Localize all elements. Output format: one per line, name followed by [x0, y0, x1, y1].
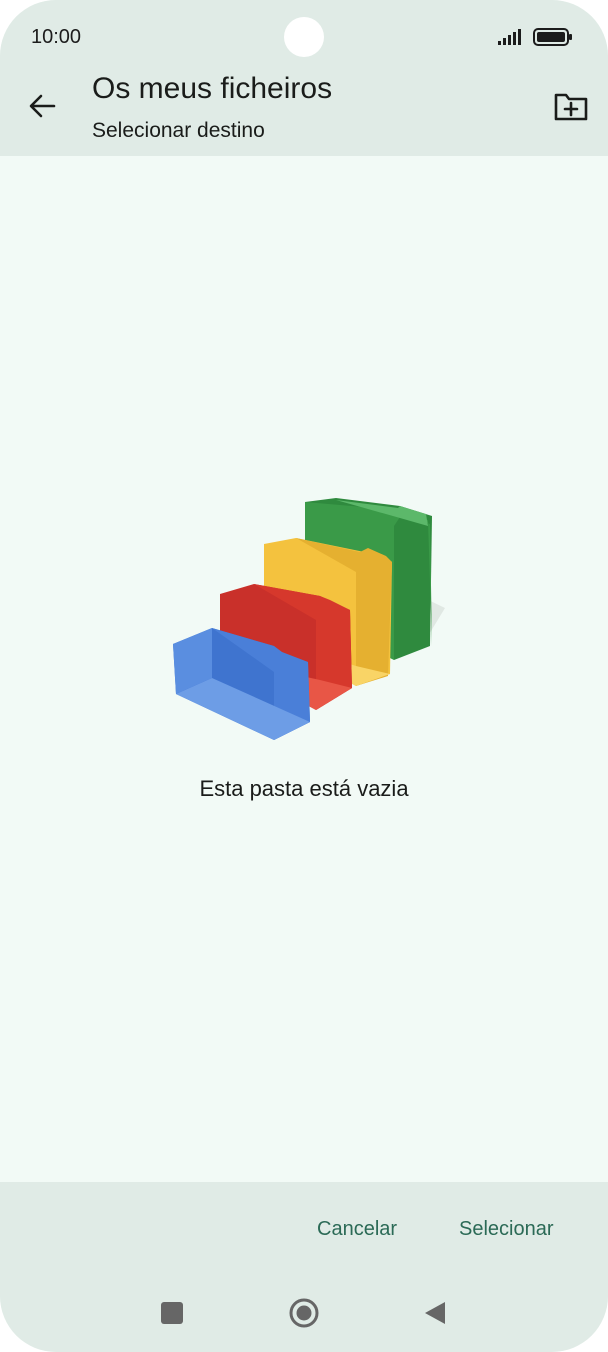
select-button[interactable]: Selecionar: [459, 1218, 554, 1241]
battery-icon: [533, 28, 572, 46]
cancel-button[interactable]: Cancelar: [317, 1218, 397, 1241]
status-bar: 10:00: [0, 0, 608, 58]
status-time: 10:00: [31, 26, 82, 48]
signal-icon: [498, 29, 521, 45]
empty-folder-illustration: [173, 498, 445, 740]
page-subtitle: Selecionar destino: [92, 119, 265, 142]
arrow-back-icon[interactable]: [24, 88, 60, 124]
triangle-icon[interactable]: [424, 1301, 446, 1325]
circle-icon[interactable]: [289, 1298, 319, 1328]
page-title: Os meus ficheiros: [92, 72, 333, 105]
phone-screen: 10:00 Os meus ficheiros Selecionar desti…: [0, 0, 608, 1352]
camera-cutout: [284, 17, 324, 57]
app-bar: Os meus ficheiros Selecionar destino: [0, 58, 608, 156]
square-icon[interactable]: [161, 1302, 183, 1324]
create-new-folder-icon[interactable]: [553, 91, 589, 123]
empty-folder-message: Esta pasta está vazia: [199, 776, 409, 801]
bottom-action-bar: Cancelar Selecionar: [0, 1182, 608, 1352]
